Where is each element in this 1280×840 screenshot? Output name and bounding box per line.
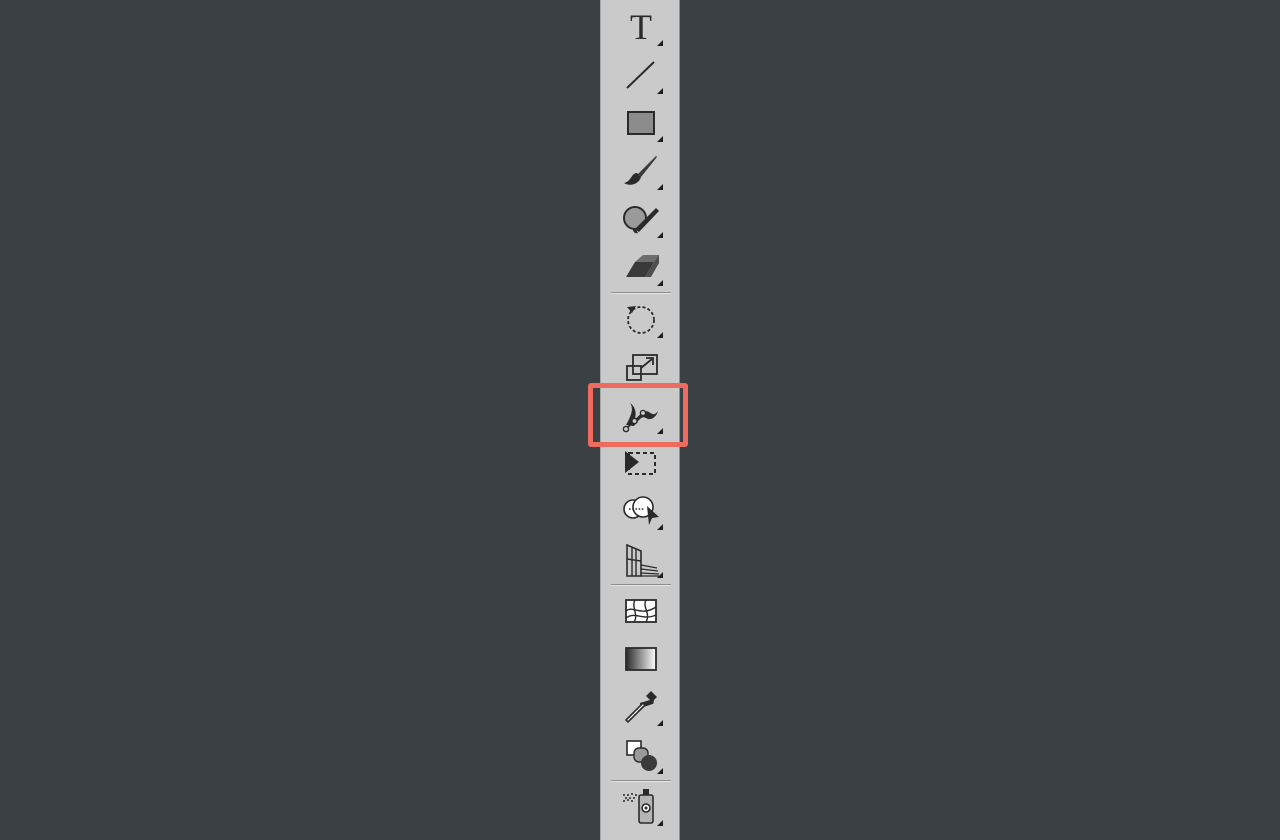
gradient-icon [625,647,657,671]
flyout-indicator [657,232,663,238]
mesh-icon [625,599,657,623]
mesh-tool-button[interactable] [617,589,665,633]
eraser-tool-button[interactable] [617,245,665,289]
tool-group-separator [611,584,671,586]
symbol-sprayer-tool-button[interactable] [617,785,665,829]
blend-tool-button[interactable] [617,733,665,777]
width-tool-icon [622,403,658,433]
flyout-indicator [657,428,663,434]
rotate-tool-button[interactable] [617,297,665,341]
tool-group-separator [611,292,671,294]
tools-panel: T [588,0,688,840]
flyout-indicator [657,720,663,726]
symbol-sprayer-icon [623,789,654,824]
type-tool-button[interactable]: T [617,5,665,49]
rectangle-icon [627,111,655,135]
eraser-icon [626,255,659,277]
scale-icon [626,354,658,381]
eyedropper-tool-button[interactable] [617,685,665,729]
flyout-indicator [657,524,663,530]
flyout-indicator [657,280,663,286]
paintbrush-tool-button[interactable] [617,149,665,193]
svg-text:T: T [630,7,652,47]
flyout-indicator [657,184,663,190]
flyout-indicator [657,88,663,94]
eyedropper-icon [624,691,657,724]
width-tool-button[interactable] [617,393,665,437]
line-segment-icon [626,61,655,89]
blob-brush-tool-button[interactable] [617,197,665,241]
rotate-icon [627,306,655,334]
tool-group-separator [611,780,671,782]
flyout-indicator [657,136,663,142]
shape-builder-icon [623,496,659,525]
perspective-grid-tool-button[interactable] [617,537,665,581]
blob-brush-icon [623,206,659,234]
perspective-grid-icon [626,543,660,577]
flyout-indicator [657,572,663,578]
blend-icon [626,740,657,771]
paintbrush-icon [624,156,657,185]
scale-tool-button[interactable] [617,345,665,389]
flyout-indicator [657,820,663,826]
free-transform-tool-button[interactable] [617,441,665,485]
rectangle-tool-button[interactable] [617,101,665,145]
line-segment-tool-button[interactable] [617,53,665,97]
type-icon: T [630,7,652,47]
flyout-indicator [657,40,663,46]
free-transform-icon [625,451,656,475]
flyout-indicator [657,768,663,774]
gradient-tool-button[interactable] [617,637,665,681]
flyout-indicator [657,332,663,338]
shape-builder-tool-button[interactable] [617,489,665,533]
